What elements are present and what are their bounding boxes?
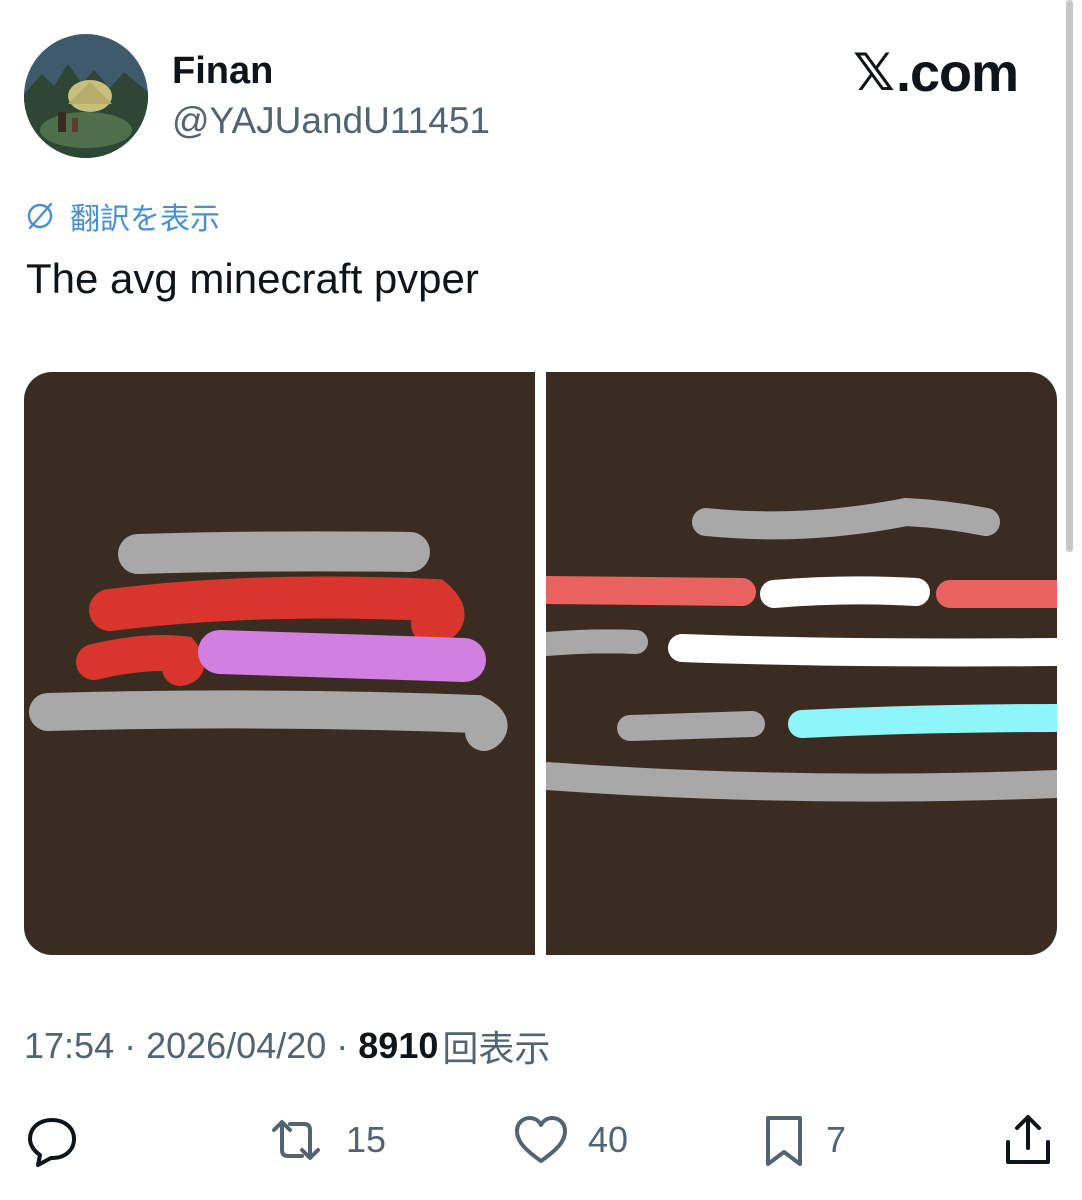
tweet-time[interactable]: 17:54 xyxy=(24,1025,114,1067)
tweet-date[interactable]: 2026/04/20 xyxy=(146,1025,326,1067)
like-button[interactable]: 40 xyxy=(512,1105,628,1175)
site-logo: 𝕏 .com xyxy=(853,43,1019,103)
views-count: 8910 xyxy=(358,1025,439,1066)
like-count: 40 xyxy=(588,1119,629,1160)
heart-icon xyxy=(515,1116,567,1163)
share-icon xyxy=(1006,1115,1050,1164)
bookmark-icon xyxy=(766,1116,802,1166)
strokes-drawing-right xyxy=(546,497,1057,802)
media-image-right[interactable] xyxy=(546,372,1057,955)
translate-globe-icon xyxy=(27,202,53,230)
meta-separator: · xyxy=(326,1025,359,1066)
scrollbar[interactable] xyxy=(1066,0,1073,552)
retweet-button[interactable]: 15 xyxy=(264,1105,386,1175)
x-logo-icon: 𝕏 xyxy=(853,43,895,103)
strokes-drawing-left xyxy=(29,531,508,751)
author-name[interactable]: Finan xyxy=(172,48,273,94)
avatar[interactable] xyxy=(24,34,148,158)
retweet-count: 15 xyxy=(346,1119,387,1160)
site-domain: .com xyxy=(895,43,1019,103)
tweet-actions: 15 40 7 xyxy=(0,1105,1082,1175)
tweet-meta: 17:54 · 2026/04/20 · 8910 回表示 xyxy=(24,1022,550,1070)
views-label: 回表示 xyxy=(442,1028,551,1069)
meta-separator: · xyxy=(114,1025,147,1066)
show-translation-label: 翻訳を表示 xyxy=(70,203,220,236)
reply-icon xyxy=(28,1118,76,1167)
share-button[interactable] xyxy=(1000,1105,1074,1175)
tweet-text: The avg minecraft pvper xyxy=(26,255,479,302)
author-handle[interactable]: @YAJUandU11451 xyxy=(172,98,490,144)
reply-button[interactable] xyxy=(24,1105,98,1175)
show-translation-link[interactable]: 翻訳を表示 xyxy=(24,196,220,236)
bookmark-count: 7 xyxy=(826,1119,847,1160)
tweet-media[interactable] xyxy=(24,372,1057,955)
retweet-icon xyxy=(272,1120,320,1160)
bookmark-button[interactable]: 7 xyxy=(760,1105,846,1175)
media-image-left[interactable] xyxy=(24,372,535,955)
